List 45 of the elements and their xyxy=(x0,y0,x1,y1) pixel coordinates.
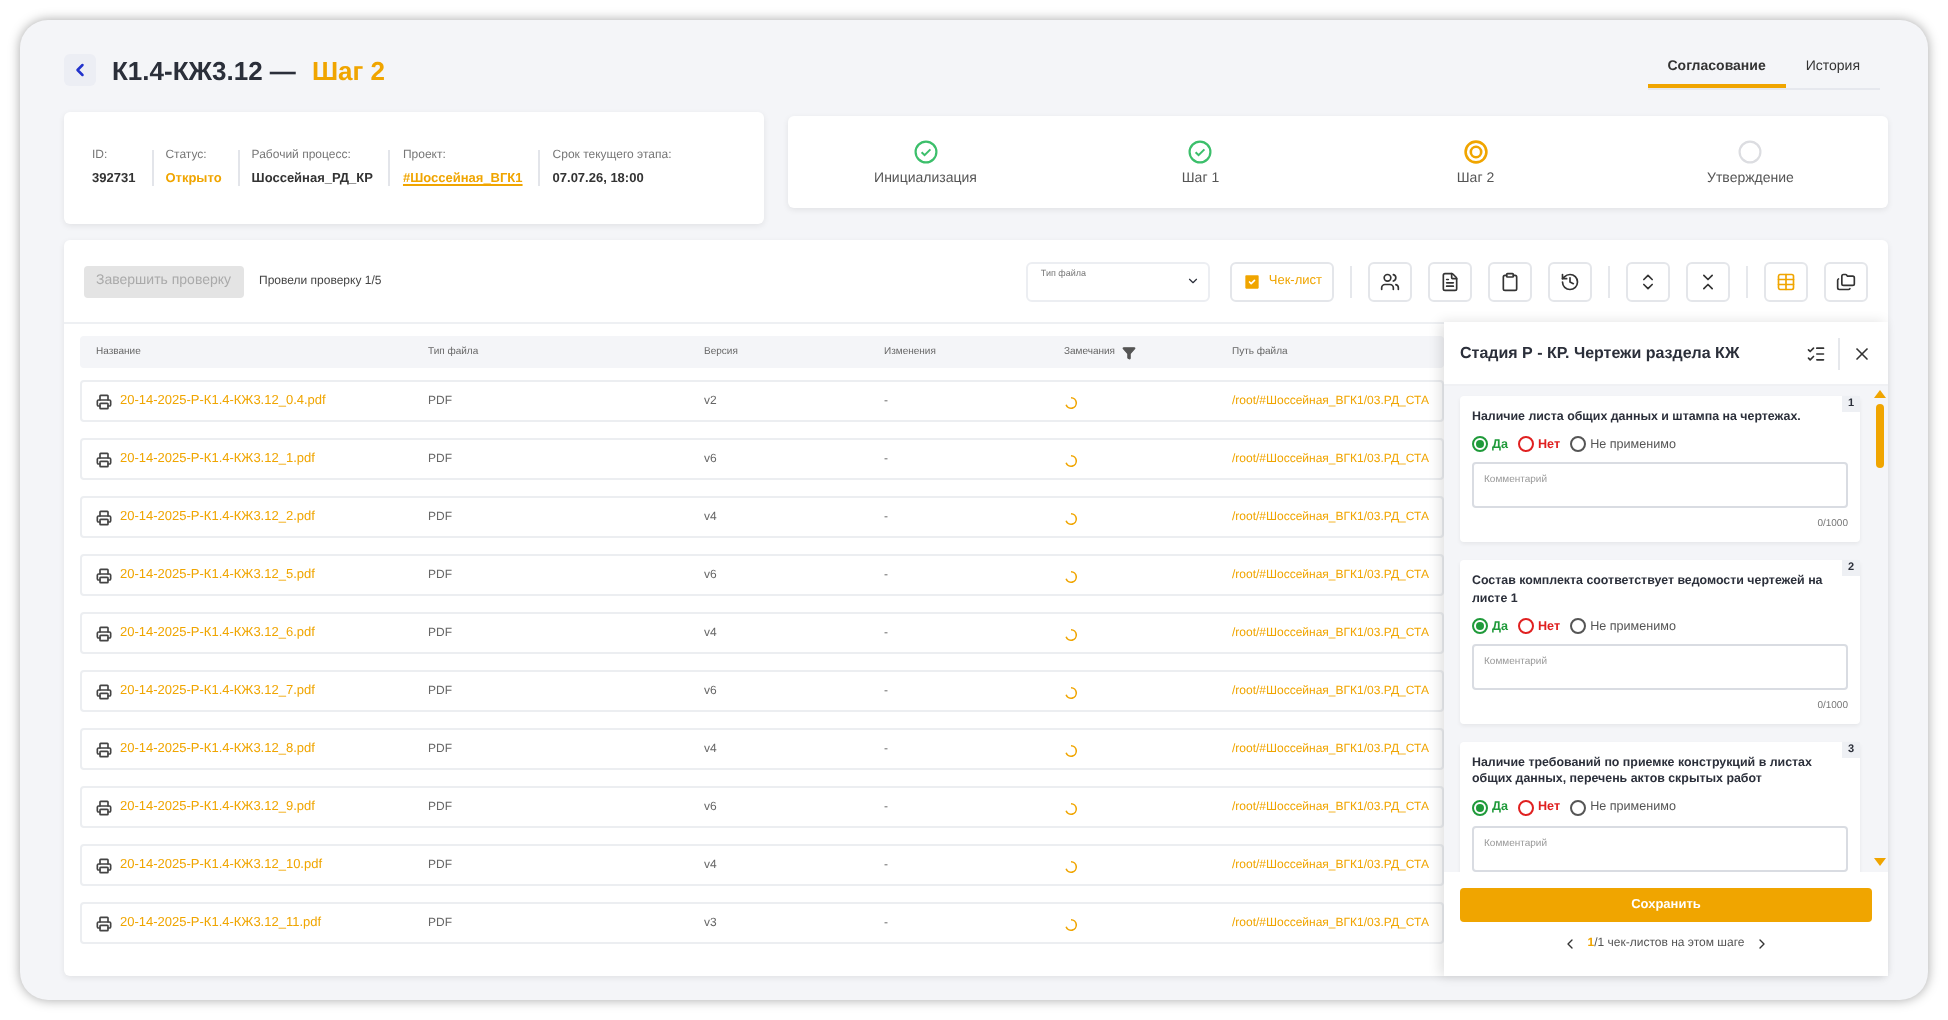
tree-button[interactable] xyxy=(1626,261,1670,301)
printer-icon xyxy=(96,857,112,873)
spinner-icon xyxy=(1064,395,1078,409)
spinner-icon xyxy=(1064,801,1078,815)
spinner-icon xyxy=(1064,569,1078,583)
table-icon xyxy=(1776,271,1796,291)
spinner-icon xyxy=(1064,685,1078,699)
tool-button[interactable] xyxy=(1488,261,1532,301)
document-icon xyxy=(1440,271,1460,291)
printer-icon xyxy=(96,741,112,757)
checklist-title: Стадия Р - КР. Чертежи раздела КЖ xyxy=(1460,344,1742,362)
chevron-left-icon xyxy=(70,60,90,80)
back-button[interactable] xyxy=(64,54,96,86)
printer-icon xyxy=(96,799,112,815)
printer-icon xyxy=(96,393,112,409)
filter-icon[interactable] xyxy=(1121,345,1136,359)
printer-icon xyxy=(96,625,112,641)
printer-icon xyxy=(96,451,112,467)
clipboard-icon xyxy=(1500,271,1520,291)
chevron-down-icon xyxy=(1186,274,1201,288)
spinner-icon xyxy=(1064,511,1078,525)
page-title: К1.4-КЖ3.12 — xyxy=(112,55,296,85)
close-button[interactable] xyxy=(1852,343,1872,363)
history-icon xyxy=(1560,271,1580,291)
spinner-icon xyxy=(1064,627,1078,641)
tree-button[interactable] xyxy=(1686,261,1730,301)
spinner-icon xyxy=(1064,917,1078,931)
spinner-icon xyxy=(1064,453,1078,467)
step-title: Шаг 2 xyxy=(311,55,385,85)
tool-button[interactable] xyxy=(1428,261,1472,301)
list-check-button[interactable] xyxy=(1806,343,1826,363)
spinner-icon xyxy=(1064,743,1078,757)
printer-icon xyxy=(96,683,112,699)
users-icon xyxy=(1380,271,1400,291)
printer-icon xyxy=(96,915,112,931)
expand-icon xyxy=(1638,271,1658,291)
collapse-icon xyxy=(1698,271,1718,291)
printer-icon xyxy=(96,509,112,525)
view-button[interactable] xyxy=(1824,261,1868,301)
folders-icon xyxy=(1836,271,1856,291)
tool-button[interactable] xyxy=(1368,261,1412,301)
tool-button[interactable] xyxy=(1548,261,1592,301)
printer-icon xyxy=(96,567,112,583)
spinner-icon xyxy=(1064,859,1078,873)
checklist-icon xyxy=(1242,271,1263,291)
